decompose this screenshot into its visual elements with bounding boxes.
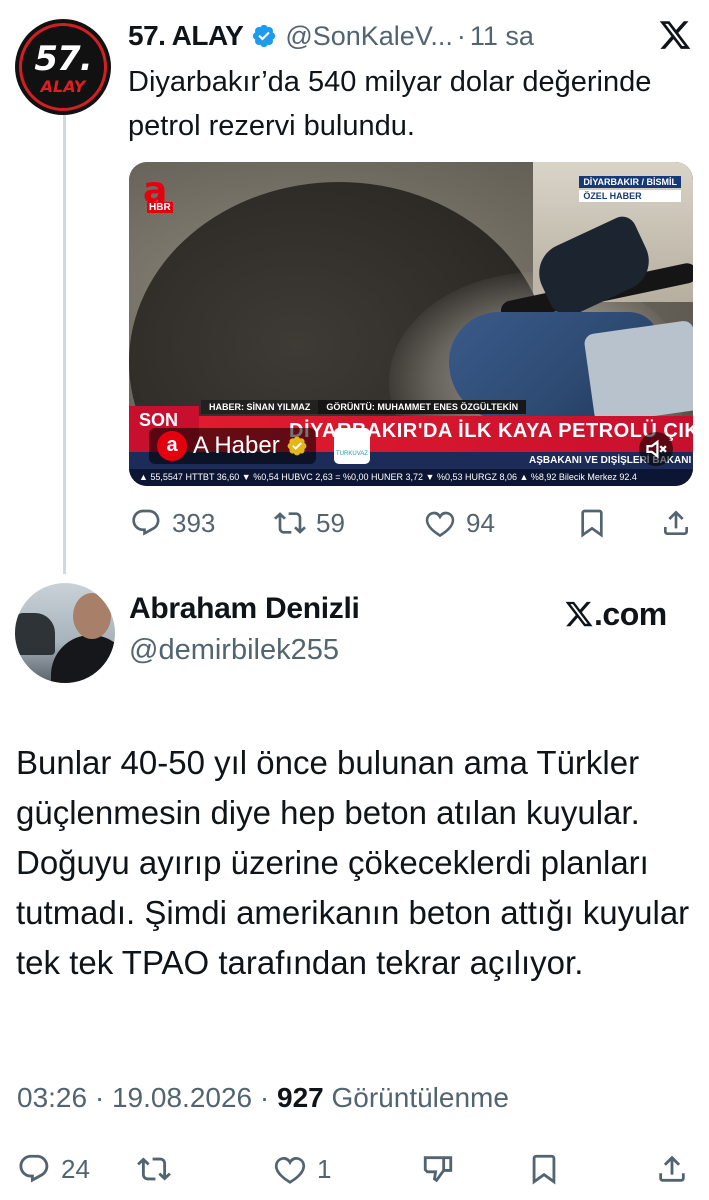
turkuvaz-logo: TURKUVAZ bbox=[334, 428, 370, 464]
separator-dot: · bbox=[456, 20, 466, 51]
mute-icon bbox=[646, 439, 667, 459]
avatar[interactable] bbox=[15, 583, 115, 683]
reply-button[interactable]: 393 bbox=[130, 503, 215, 543]
author-handle[interactable]: @demirbilek255 bbox=[129, 634, 339, 667]
views-label: Görüntülenme bbox=[331, 1082, 509, 1113]
video-player[interactable]: a HBR DİYARBAKIR / BİSMİL ÖZEL HABER HAB… bbox=[129, 162, 693, 486]
author-name[interactable]: Abraham Denizli bbox=[129, 592, 360, 626]
repost-icon bbox=[137, 1157, 171, 1181]
x-logo-icon bbox=[565, 601, 593, 627]
repost-button[interactable] bbox=[137, 1147, 171, 1191]
channel-logo-sub: HBR bbox=[147, 202, 173, 213]
like-count: 1 bbox=[317, 1153, 332, 1184]
report-type: ÖZEL HABER bbox=[579, 190, 681, 202]
tweet-time[interactable]: 03:26 bbox=[17, 1082, 87, 1113]
channel-logo: a HBR bbox=[141, 170, 181, 214]
reply-icon bbox=[19, 1154, 49, 1183]
market-ticker: ▲ 55,5547 HTTBT 36,60 ▼ %0,54 HUBVC 2,63… bbox=[129, 469, 693, 486]
video-credits: HABER: SİNAN YILMAZ GÖRÜNTÜ: MUHAMMET EN… bbox=[201, 400, 527, 414]
share-icon bbox=[659, 1155, 685, 1182]
tweet-date[interactable]: 19.08.2026 bbox=[112, 1082, 252, 1113]
views-count: 927 bbox=[277, 1082, 324, 1113]
avatar[interactable]: 57. ALAY bbox=[15, 19, 111, 115]
reply-count: 393 bbox=[172, 507, 216, 538]
author-name[interactable]: 57. ALAY bbox=[128, 20, 244, 52]
share-icon bbox=[664, 510, 688, 535]
dislike-button[interactable] bbox=[421, 1147, 455, 1191]
tweet-actions: 24 1 bbox=[17, 1147, 693, 1191]
tweet-text: Bunlar 40-50 yıl önce bulunan ama Türkle… bbox=[16, 744, 690, 981]
channel-avatar: a bbox=[157, 431, 187, 461]
share-button[interactable] bbox=[660, 503, 692, 543]
avatar-logo-text: ALAY bbox=[40, 77, 86, 96]
tweet-text: Diyarbakır’da 540 milyar dolar değerinde… bbox=[128, 66, 652, 142]
x-logo-icon[interactable] bbox=[658, 18, 692, 52]
bookmark-button[interactable] bbox=[576, 503, 608, 543]
reporter-credit: HABER: SİNAN YILMAZ bbox=[201, 400, 319, 414]
separator-dot: · bbox=[259, 1082, 270, 1113]
bookmark-icon bbox=[532, 1154, 556, 1185]
avatar-body-shape bbox=[51, 635, 115, 683]
reply-count: 24 bbox=[61, 1153, 90, 1184]
share-button[interactable] bbox=[655, 1147, 689, 1191]
tweet-actions: 393 59 94 bbox=[130, 503, 692, 543]
repost-count: 59 bbox=[316, 507, 345, 538]
channel-badge[interactable]: a A Haber bbox=[149, 428, 316, 464]
location-line: DİYARBAKIR / BİSMİL bbox=[579, 176, 681, 188]
location-tag: DİYARBAKIR / BİSMİL ÖZEL HABER bbox=[579, 176, 681, 202]
channel-name: A Haber bbox=[193, 432, 280, 459]
separator-dot: · bbox=[94, 1082, 105, 1113]
like-icon bbox=[274, 1156, 306, 1185]
like-count: 94 bbox=[466, 507, 495, 538]
avatar-car-shape bbox=[15, 613, 55, 655]
reply-icon bbox=[132, 509, 160, 536]
gold-verified-badge-icon bbox=[287, 436, 307, 456]
tweet-header: 57. ALAY @SonKaleV... · 11 sa bbox=[128, 18, 534, 54]
reply-button[interactable]: 24 bbox=[17, 1147, 90, 1191]
verified-badge-icon bbox=[253, 24, 276, 48]
like-button[interactable]: 1 bbox=[273, 1147, 331, 1191]
source-domain: .com bbox=[594, 595, 667, 632]
mute-button[interactable] bbox=[639, 432, 673, 466]
source-watermark: .com bbox=[564, 594, 667, 634]
camera-credit: GÖRÜNTÜ: MUHAMMET ENES ÖZGÜLTEKİN bbox=[318, 400, 527, 414]
avatar-logo-number: 57. bbox=[34, 39, 92, 79]
tweet-meta: 03:26 · 19.08.2026 · 927 Görüntülenme bbox=[17, 1082, 509, 1114]
author-handle[interactable]: @SonKaleV... bbox=[285, 21, 453, 52]
repost-icon bbox=[274, 512, 306, 534]
like-button[interactable]: 94 bbox=[424, 503, 495, 543]
like-icon bbox=[425, 511, 455, 538]
avatar-head-shape bbox=[73, 593, 111, 639]
repost-button[interactable]: 59 bbox=[274, 503, 345, 543]
bookmark-button[interactable] bbox=[527, 1147, 561, 1191]
glove-cuff-shape bbox=[583, 319, 693, 425]
thread-line bbox=[63, 112, 66, 574]
bookmark-icon bbox=[581, 509, 603, 538]
dislike-icon bbox=[423, 1156, 453, 1183]
timestamp[interactable]: 11 sa bbox=[470, 21, 534, 52]
